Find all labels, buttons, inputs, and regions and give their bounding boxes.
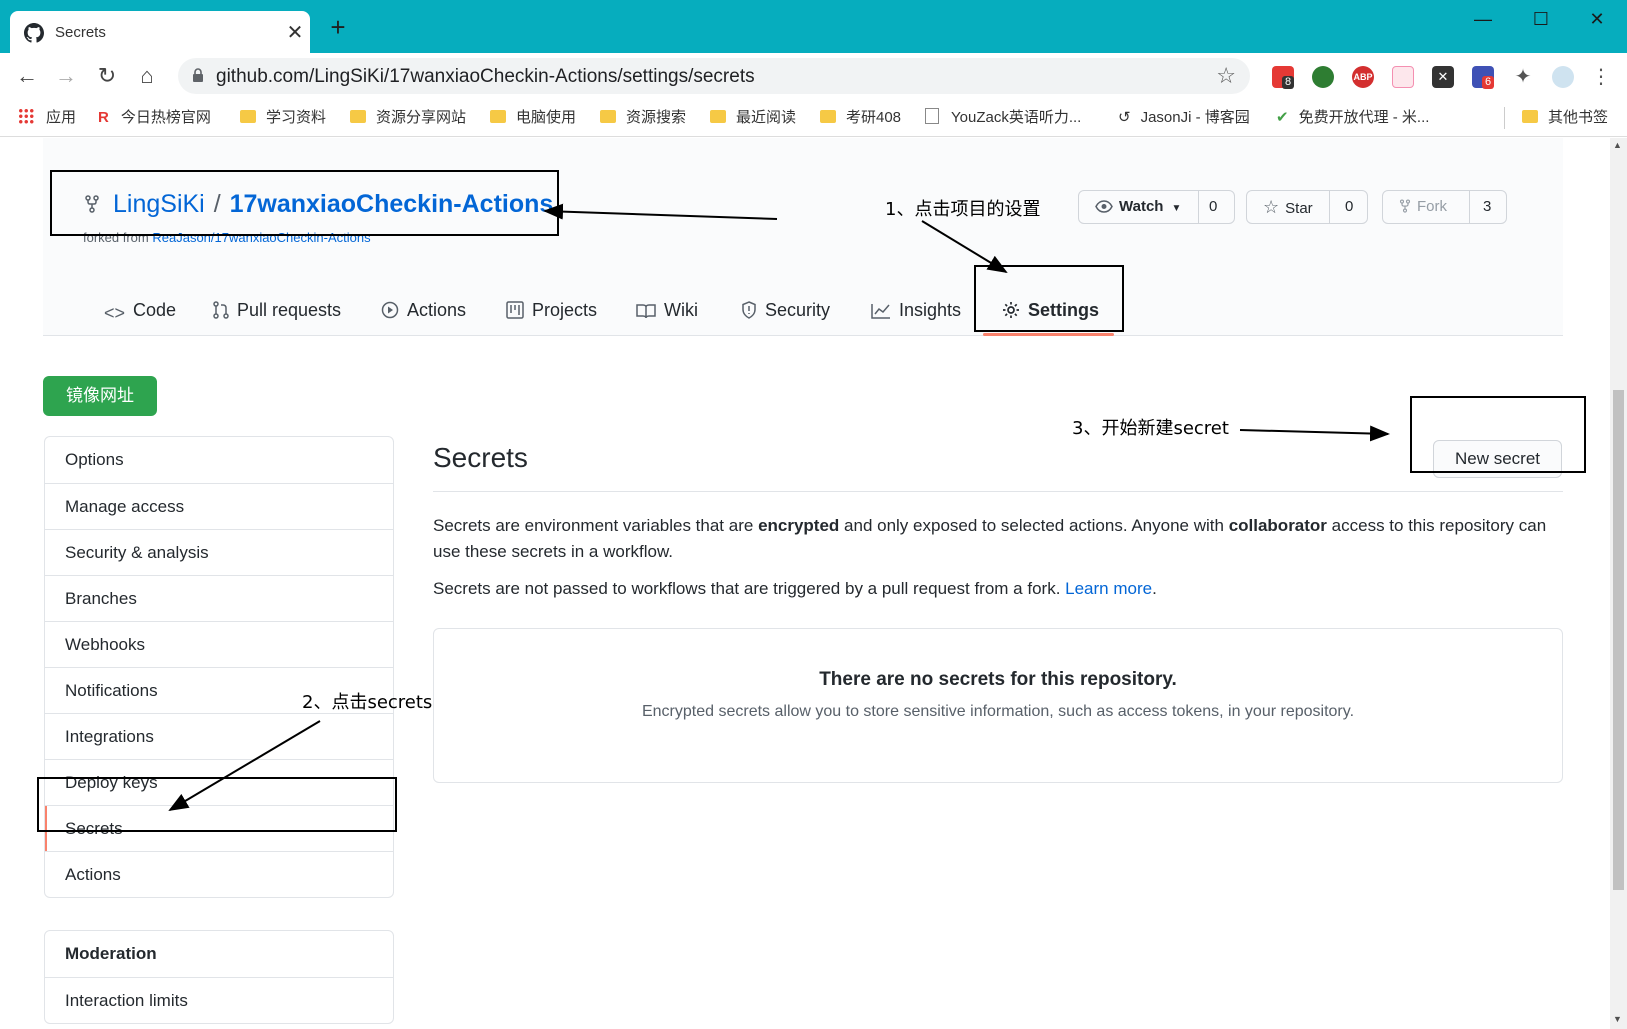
browser-titlebar: Secrets ✕ + — ☐ ✕ [0, 0, 1627, 53]
bookmark-folder[interactable]: 学习资料 [240, 107, 326, 129]
forward-icon[interactable]: → [51, 61, 81, 91]
address-bar[interactable]: github.com/LingSiKi/17wanxiaoCheckin-Act… [178, 58, 1250, 94]
arrow-to-repo [543, 203, 778, 220]
scrollbar-thumb[interactable] [1613, 390, 1624, 890]
page-scrollbar[interactable]: ▲ ▼ [1610, 138, 1627, 1029]
browser-tab[interactable]: Secrets ✕ [10, 11, 310, 53]
bookmark-apps[interactable]: 应用 [18, 107, 76, 129]
blog-icon: ↺ [1118, 109, 1131, 126]
extension-icon[interactable]: 8 [1272, 66, 1295, 89]
github-icon [24, 23, 44, 43]
bookmark-item[interactable]: R 今日热榜官网 [98, 107, 211, 129]
folder-icon [820, 110, 836, 123]
page-content: LingSiKi / 17wanxiaoCheckin-Actions fork… [0, 138, 1610, 1029]
new-tab-button[interactable]: + [326, 14, 350, 40]
arrow-to-secrets [168, 720, 321, 812]
bookmarks-divider [1504, 107, 1505, 129]
folder-icon [350, 110, 366, 123]
bookmarks-bar: 应用 R 今日热榜官网 学习资料 资源分享网站 电脑使用 资源搜索 最近阅读 考研… [0, 99, 1627, 137]
scroll-down-icon[interactable]: ▼ [1613, 1014, 1622, 1024]
folder-icon [240, 110, 256, 123]
profile-avatar[interactable] [1552, 66, 1574, 88]
folder-icon [490, 110, 506, 123]
arrow-to-settings [921, 220, 1008, 274]
tab-close-icon[interactable]: ✕ [284, 20, 306, 45]
check-icon: ✔ [1276, 109, 1289, 126]
adblock-icon[interactable]: ABP [1352, 66, 1374, 88]
bookmark-item[interactable]: ↺ JasonJi - 博客园 [1118, 107, 1250, 129]
bookmark-item[interactable]: YouZack英语听力... [925, 107, 1081, 129]
browser-toolbar: ← → ↻ ⌂ github.com/LingSiKi/17wanxiaoChe… [0, 53, 1627, 99]
folder-icon [710, 110, 726, 123]
scroll-up-icon[interactable]: ▲ [1613, 140, 1622, 150]
annotation-arrows [168, 203, 1390, 812]
r-logo-icon: R [98, 109, 109, 126]
bookmark-other-folder[interactable]: 其他书签 [1522, 107, 1608, 129]
reload-icon[interactable]: ↻ [92, 61, 122, 91]
apps-grid-icon [18, 108, 34, 124]
extension-cat-icon[interactable] [1392, 66, 1414, 88]
extension-globe-icon[interactable] [1312, 66, 1334, 88]
extensions-puzzle-icon[interactable]: ✦ [1512, 66, 1534, 88]
bookmark-folder[interactable]: 电脑使用 [490, 107, 576, 129]
bookmark-folder[interactable]: 考研408 [820, 107, 901, 129]
extension-x-icon[interactable]: ✕ [1432, 66, 1454, 88]
page-icon [925, 108, 939, 124]
arrow-to-new-secret [1239, 425, 1390, 442]
bookmark-item[interactable]: ✔ 免费开放代理 - 米... [1276, 107, 1429, 129]
url-text: github.com/LingSiKi/17wanxiaoCheckin-Act… [216, 66, 755, 87]
bookmark-folder[interactable]: 资源搜索 [600, 107, 686, 129]
extension-grid-icon[interactable]: 6 [1472, 66, 1495, 89]
browser-menu-icon[interactable]: ⋮ [1590, 66, 1612, 88]
folder-icon [1522, 110, 1538, 123]
folder-icon [600, 110, 616, 123]
bookmark-folder[interactable]: 最近阅读 [710, 107, 796, 129]
back-icon[interactable]: ← [12, 61, 42, 91]
window-close-icon[interactable]: ✕ [1582, 9, 1612, 35]
maximize-icon[interactable]: ☐ [1526, 9, 1556, 35]
lock-icon [192, 68, 204, 83]
bookmark-star-icon[interactable]: ☆ [1216, 63, 1236, 89]
bookmark-folder[interactable]: 资源分享网站 [350, 107, 466, 129]
tab-title: Secrets [55, 24, 106, 41]
minimize-icon[interactable]: — [1468, 9, 1498, 35]
home-icon[interactable]: ⌂ [132, 61, 162, 91]
